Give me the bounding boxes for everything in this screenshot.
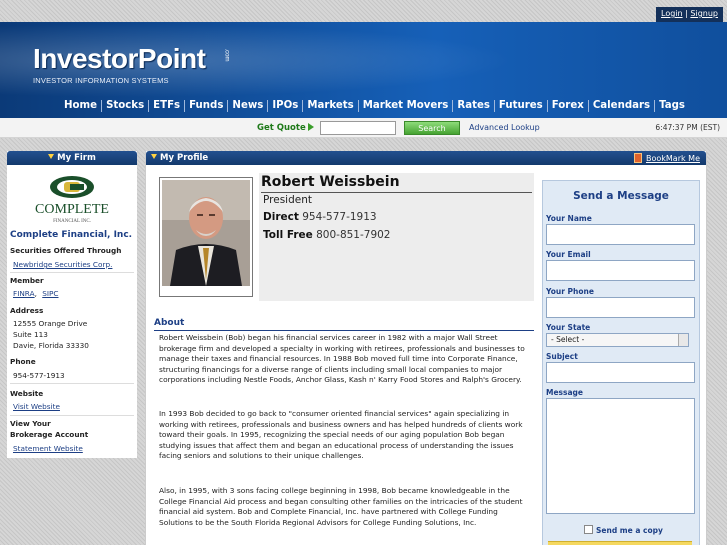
your-name-label: Your Name	[546, 214, 592, 223]
your-phone-label: Your Phone	[546, 287, 594, 296]
statement-website-link[interactable]: Statement Website	[13, 443, 134, 454]
member-label: Member	[10, 276, 44, 285]
member-separator: ,	[34, 289, 37, 298]
triangle-down-icon	[48, 154, 55, 159]
bookmark-icon	[633, 153, 642, 163]
finra-link[interactable]: FINRA	[13, 289, 35, 298]
website-label: Website	[10, 389, 44, 398]
send-message-form: Send a Message Your Name Your Email Your…	[542, 180, 700, 545]
send-copy-checkbox[interactable]	[584, 525, 593, 534]
my-profile-title: My Profile	[160, 153, 209, 163]
address-line-3: Davie, Florida 33330	[13, 341, 89, 350]
send-copy-label: Send me a copy	[596, 526, 663, 535]
advanced-lookup-link[interactable]: Advanced Lookup	[469, 123, 540, 132]
my-firm-panel: My Firm COMPLETE FINANCIAL INC. Complete…	[7, 151, 137, 458]
quote-symbol-input[interactable]	[320, 121, 396, 135]
visit-website-link[interactable]: Visit Website	[13, 401, 134, 412]
view-account-label-2: Brokerage Account	[10, 430, 89, 439]
main-nav: Home Stocks ETFs Funds News IPOs Markets…	[60, 100, 689, 112]
nav-calendars[interactable]: Calendars	[589, 100, 656, 112]
firm-phone: 954-577-1913	[13, 371, 65, 380]
broker-dealer-link[interactable]: Newbridge Securities Corp.	[13, 259, 134, 270]
nav-funds[interactable]: Funds	[185, 100, 229, 112]
advisor-name: Robert Weissbein	[261, 174, 400, 190]
your-name-input[interactable]	[546, 224, 695, 245]
tollfree-phone-line: Toll Free 800-851-7902	[263, 229, 391, 241]
firm-name: Complete Financial, Inc.	[10, 230, 133, 240]
address-label: Address	[10, 306, 44, 315]
address-line-2: Suite 113	[13, 330, 48, 339]
your-email-label: Your Email	[546, 250, 591, 259]
your-state-select[interactable]: - Select -	[546, 333, 689, 347]
direct-label: Direct	[263, 211, 299, 223]
direct-phone: 954-577-1913	[302, 211, 377, 223]
submit-button[interactable]	[548, 541, 692, 545]
tollfree-phone: 800-851-7902	[316, 229, 391, 241]
site-header: InvestorPoint .com INVESTOR INFORMATION …	[0, 22, 727, 118]
nav-news[interactable]: News	[228, 100, 269, 112]
your-email-input[interactable]	[546, 260, 695, 281]
phone-label: Phone	[10, 357, 36, 366]
my-profile-header: My Profile BookMark Me	[146, 151, 706, 165]
nav-market-movers[interactable]: Market Movers	[359, 100, 454, 112]
subject-input[interactable]	[546, 362, 695, 383]
about-paragraph-2: In 1993 Bob decided to go back to "consu…	[159, 409, 523, 461]
nav-forex[interactable]: Forex	[548, 100, 589, 112]
my-firm-header: My Firm	[7, 151, 137, 165]
my-profile-panel: My Profile BookMark Me Robert Weissbein …	[145, 151, 707, 545]
nav-futures[interactable]: Futures	[495, 100, 548, 112]
triangle-down-icon	[151, 154, 157, 159]
firm-logo-wordmark: COMPLETE	[35, 202, 109, 217]
advisor-photo	[162, 180, 250, 286]
top-strip: Login | Signup	[0, 0, 727, 22]
send-message-title: Send a Message	[573, 190, 669, 202]
advisor-contact-card: Robert Weissbein President Direct 954-57…	[259, 173, 534, 301]
account-links: Login | Signup	[656, 7, 723, 22]
sipc-link[interactable]: SIPC	[42, 289, 58, 298]
about-paragraph-1: Robert Weissbein (Bob) began his financi…	[159, 333, 525, 385]
nav-ipos[interactable]: IPOs	[268, 100, 304, 112]
about-paragraph-3: Also, in 1995, with 3 sons facing colleg…	[159, 486, 523, 527]
nav-etfs[interactable]: ETFs	[149, 100, 186, 112]
message-label: Message	[546, 388, 583, 397]
about-heading: About	[154, 318, 185, 328]
quote-bar: Get Quote Search Advanced Lookup 6:47:37…	[0, 118, 727, 138]
my-firm-title: My Firm	[57, 153, 96, 163]
market-time: 6:47:37 PM (EST)	[655, 123, 720, 132]
firm-logo-subtitle: FINANCIAL INC.	[53, 219, 91, 224]
securities-label: Securities Offered Through	[10, 246, 122, 255]
tollfree-label: Toll Free	[263, 229, 313, 241]
nav-tags[interactable]: Tags	[655, 100, 689, 112]
link-separator: |	[685, 9, 688, 18]
your-state-label: Your State	[546, 323, 591, 332]
bookmark-label: BookMark Me	[645, 154, 700, 163]
nav-markets[interactable]: Markets	[303, 100, 359, 112]
logo-suffix: .com	[223, 48, 230, 62]
site-tagline: INVESTOR INFORMATION SYSTEMS	[33, 76, 169, 85]
your-phone-input[interactable]	[546, 297, 695, 318]
nav-home[interactable]: Home	[60, 100, 103, 112]
advisor-photo-frame	[159, 177, 253, 297]
login-link[interactable]: Login	[661, 9, 683, 18]
signup-link[interactable]: Signup	[690, 9, 718, 18]
subject-label: Subject	[546, 352, 578, 361]
site-logo[interactable]: InvestorPoint	[33, 43, 206, 75]
nav-rates[interactable]: Rates	[453, 100, 495, 112]
dropdown-arrow-icon	[678, 334, 688, 346]
arrow-right-icon	[308, 123, 314, 131]
view-account-label-1: View Your	[10, 419, 51, 428]
address-line-1: 12555 Orange Drive	[13, 319, 88, 328]
search-button[interactable]: Search	[404, 121, 460, 135]
direct-phone-line: Direct 954-577-1913	[263, 211, 377, 223]
advisor-title: President	[263, 194, 312, 206]
bookmark-link[interactable]: BookMark Me	[633, 152, 700, 166]
nav-stocks[interactable]: Stocks	[102, 100, 150, 112]
state-selected-value: - Select -	[551, 335, 585, 344]
firm-logo[interactable]: COMPLETE FINANCIAL INC.	[26, 173, 118, 225]
get-quote-label: Get Quote	[257, 123, 306, 133]
message-textarea[interactable]	[546, 398, 695, 514]
